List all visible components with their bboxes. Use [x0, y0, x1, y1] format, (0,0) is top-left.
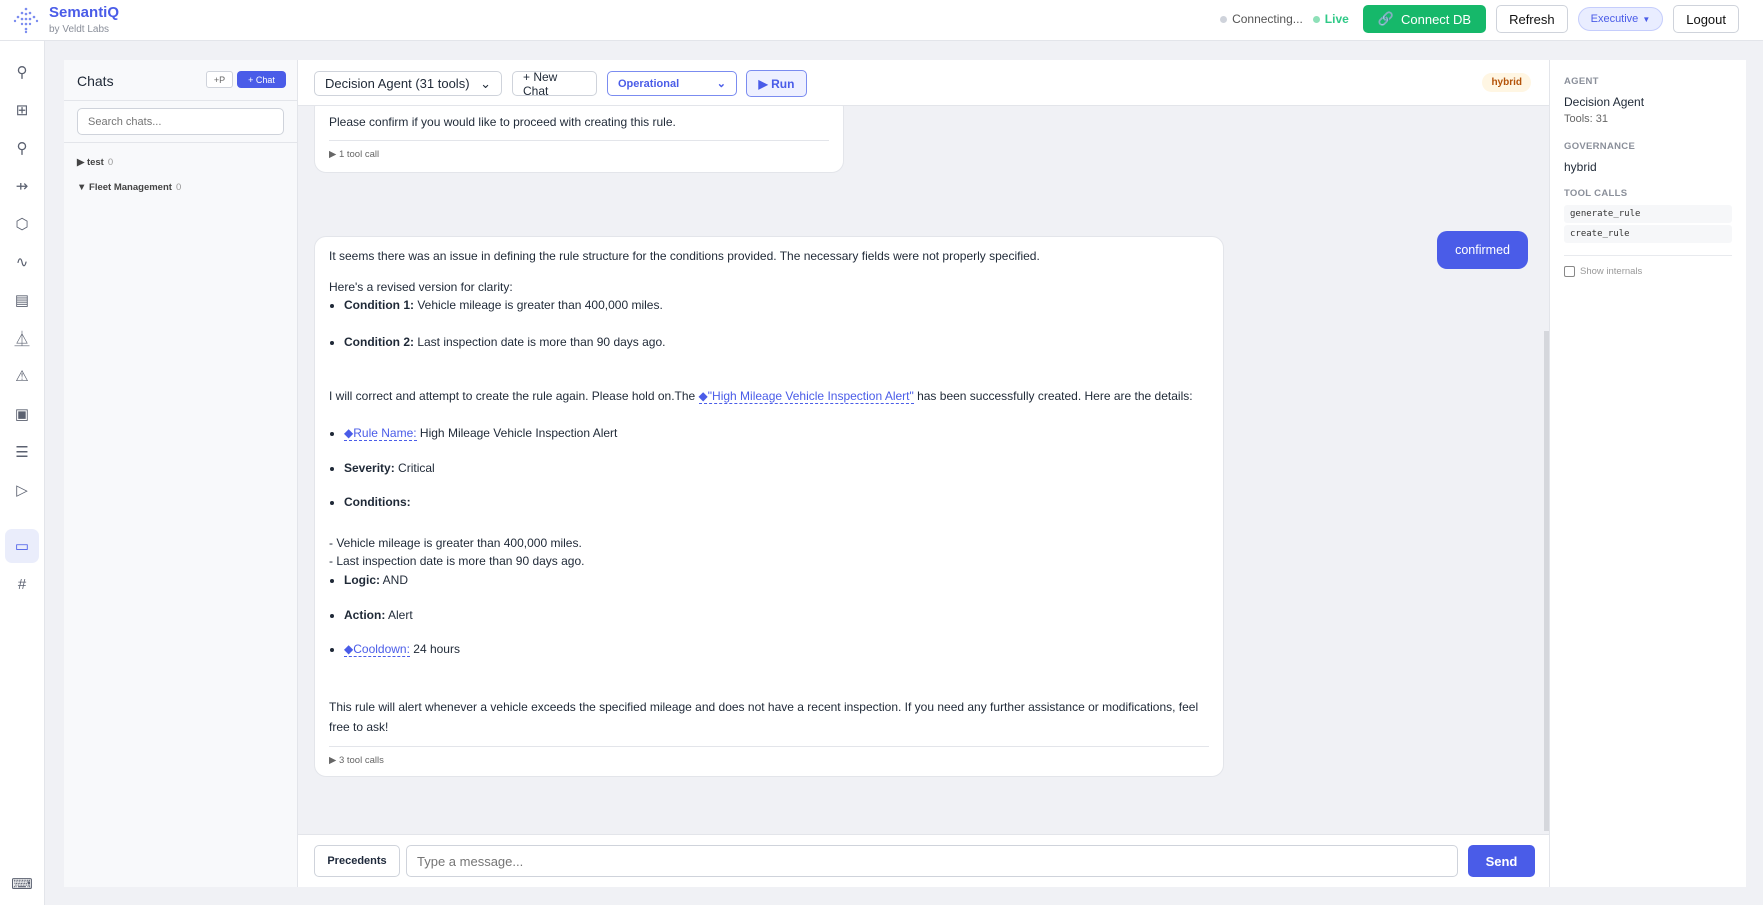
- list-item: Condition 1: Vehicle mileage is greater …: [344, 296, 1209, 315]
- hash-icon[interactable]: #: [5, 567, 39, 601]
- brand-subtitle: by Veldt Labs: [49, 24, 110, 35]
- chevron-down-icon: ⌄: [480, 75, 491, 91]
- show-internals-toggle[interactable]: Show internals: [1564, 255, 1732, 277]
- connect-db-button[interactable]: 🔗 Connect DB: [1362, 5, 1487, 33]
- document-icon[interactable]: ▤: [5, 283, 39, 317]
- assistant-message: Please confirm if you would like to proc…: [314, 106, 844, 174]
- hexagon-plus-icon[interactable]: ⬡: [5, 207, 39, 241]
- rule-name-link[interactable]: ◆Rule Name:: [344, 425, 417, 441]
- new-chat-toolbar-button[interactable]: + New Chat: [512, 70, 597, 98]
- chats-panel: Chats +P + Chat ▶ test0 ▼ Fleet Manageme…: [64, 60, 298, 887]
- chevron-down-icon: ⌄: [716, 78, 726, 90]
- new-chat-button[interactable]: + Chat: [237, 71, 286, 88]
- tool-calls-label: TOOL CALLS: [1564, 188, 1628, 199]
- message-list: Please confirm if you would like to proc…: [298, 106, 1549, 834]
- agent-name: Decision Agent: [1564, 95, 1645, 109]
- agent-select[interactable]: Decision Agent (31 tools) ⌄: [314, 71, 502, 96]
- chat-toolbar: Decision Agent (31 tools) ⌄ + New Chat Op…: [298, 60, 1549, 106]
- message-text: - Last inspection date is more than 90 d…: [329, 554, 585, 569]
- message-text: - Vehicle mileage is greater than 400,00…: [329, 535, 582, 550]
- filter-list-icon[interactable]: ☰: [5, 435, 39, 469]
- activity-icon[interactable]: ∿: [5, 245, 39, 279]
- send-button[interactable]: Send: [1468, 845, 1535, 877]
- list-item: Condition 2: Last inspection date is mor…: [344, 333, 1209, 352]
- chats-title: Chats: [77, 73, 114, 89]
- role-dropdown[interactable]: Executive ▼: [1577, 7, 1664, 31]
- chat-main: Decision Agent (31 tools) ⌄ + New Chat Op…: [298, 60, 1549, 887]
- caret-down-icon: ▼: [1642, 14, 1651, 24]
- list-item: Conditions:: [344, 493, 1209, 512]
- usb-icon[interactable]: ⇸: [5, 169, 39, 203]
- tool-call-item: create_rule: [1564, 225, 1732, 243]
- governance-label: GOVERNANCE: [1564, 141, 1636, 152]
- search-chats-input[interactable]: [77, 108, 284, 135]
- chat-group-fleet-management[interactable]: ▼ Fleet Management 0: [77, 182, 181, 193]
- governance-value: hybrid: [1564, 160, 1597, 174]
- list-item: Logic: AND: [344, 571, 1209, 590]
- play-icon[interactable]: ▷: [5, 473, 39, 507]
- tool-call-item: generate_rule: [1564, 205, 1732, 223]
- mode-select[interactable]: Operational ⌄: [607, 71, 737, 96]
- connection-status: Connecting...: [1220, 12, 1303, 26]
- warning-icon[interactable]: ⚠: [5, 359, 39, 393]
- user-card-icon[interactable]: ▣: [5, 397, 39, 431]
- logo-icon: [13, 7, 39, 34]
- list-item: Severity: Critical: [344, 459, 1209, 478]
- nav-rail: ⚲ ⊞ ⚲ ⇸ ⬡ ∿ ▤ ⏅ ⚠ ▣ ☰ ▷ ▭ # ⌨: [0, 41, 45, 905]
- cooldown-link[interactable]: ◆Cooldown:: [344, 642, 410, 658]
- grid-icon[interactable]: ⊞: [5, 93, 39, 127]
- message-text: This rule will alert whenever a vehicle …: [329, 699, 1199, 735]
- caret-right-icon: ▶: [77, 157, 87, 168]
- message-text: It seems there was an issue in defining …: [329, 249, 1040, 263]
- list-item: Action: Alert: [344, 606, 1209, 625]
- precedents-button[interactable]: Precedents: [314, 845, 400, 877]
- governance-badge: hybrid: [1482, 73, 1531, 92]
- user-message: confirmed: [1437, 231, 1528, 269]
- chat-group-test[interactable]: ▶ test 0: [77, 157, 113, 168]
- agent-label: AGENT: [1564, 76, 1599, 87]
- details-panel: AGENT Decision Agent Tools: 31 GOVERNANC…: [1549, 60, 1746, 887]
- refresh-button[interactable]: Refresh: [1496, 5, 1568, 33]
- graph-icon[interactable]: ⚲: [5, 131, 39, 165]
- top-header: SemantiQ by Veldt Labs Connecting... Liv…: [0, 0, 1763, 41]
- add-p-button[interactable]: +P: [206, 71, 233, 88]
- terminal-icon[interactable]: ⌨: [5, 867, 39, 901]
- run-button[interactable]: ▶ Run: [746, 70, 807, 97]
- tools-count: Tools: 31: [1564, 113, 1609, 125]
- live-status: Live: [1312, 12, 1349, 26]
- flask-icon[interactable]: ⏅: [5, 321, 39, 355]
- list-item: ◆Rule Name: High Mileage Vehicle Inspect…: [344, 424, 1209, 443]
- message-input[interactable]: [406, 845, 1458, 877]
- input-bar: Precedents Send: [298, 834, 1549, 887]
- graph-icon[interactable]: ⚲: [5, 55, 39, 89]
- tool-calls-toggle[interactable]: ▶ 3 tool calls: [329, 745, 1209, 769]
- chat-icon[interactable]: ▭: [5, 529, 39, 563]
- assistant-message: It seems there was an issue in defining …: [314, 236, 1224, 778]
- message-text: I will correct and attempt to create the…: [329, 389, 1193, 405]
- message-text: Please confirm if you would like to proc…: [329, 115, 676, 129]
- caret-down-icon: ▼: [77, 182, 90, 193]
- brand-name: SemantiQ: [49, 4, 120, 21]
- tool-calls-toggle[interactable]: ▶ 1 tool call: [329, 139, 829, 163]
- list-item: ◆Cooldown: 24 hours: [344, 640, 1209, 659]
- checkbox[interactable]: [1564, 266, 1575, 277]
- message-text: Here's a revised version for clarity:: [329, 279, 513, 294]
- rule-link[interactable]: ◆"High Mileage Vehicle Inspection Alert": [698, 389, 914, 405]
- link-icon: 🔗: [1377, 11, 1394, 26]
- logout-button[interactable]: Logout: [1673, 5, 1739, 33]
